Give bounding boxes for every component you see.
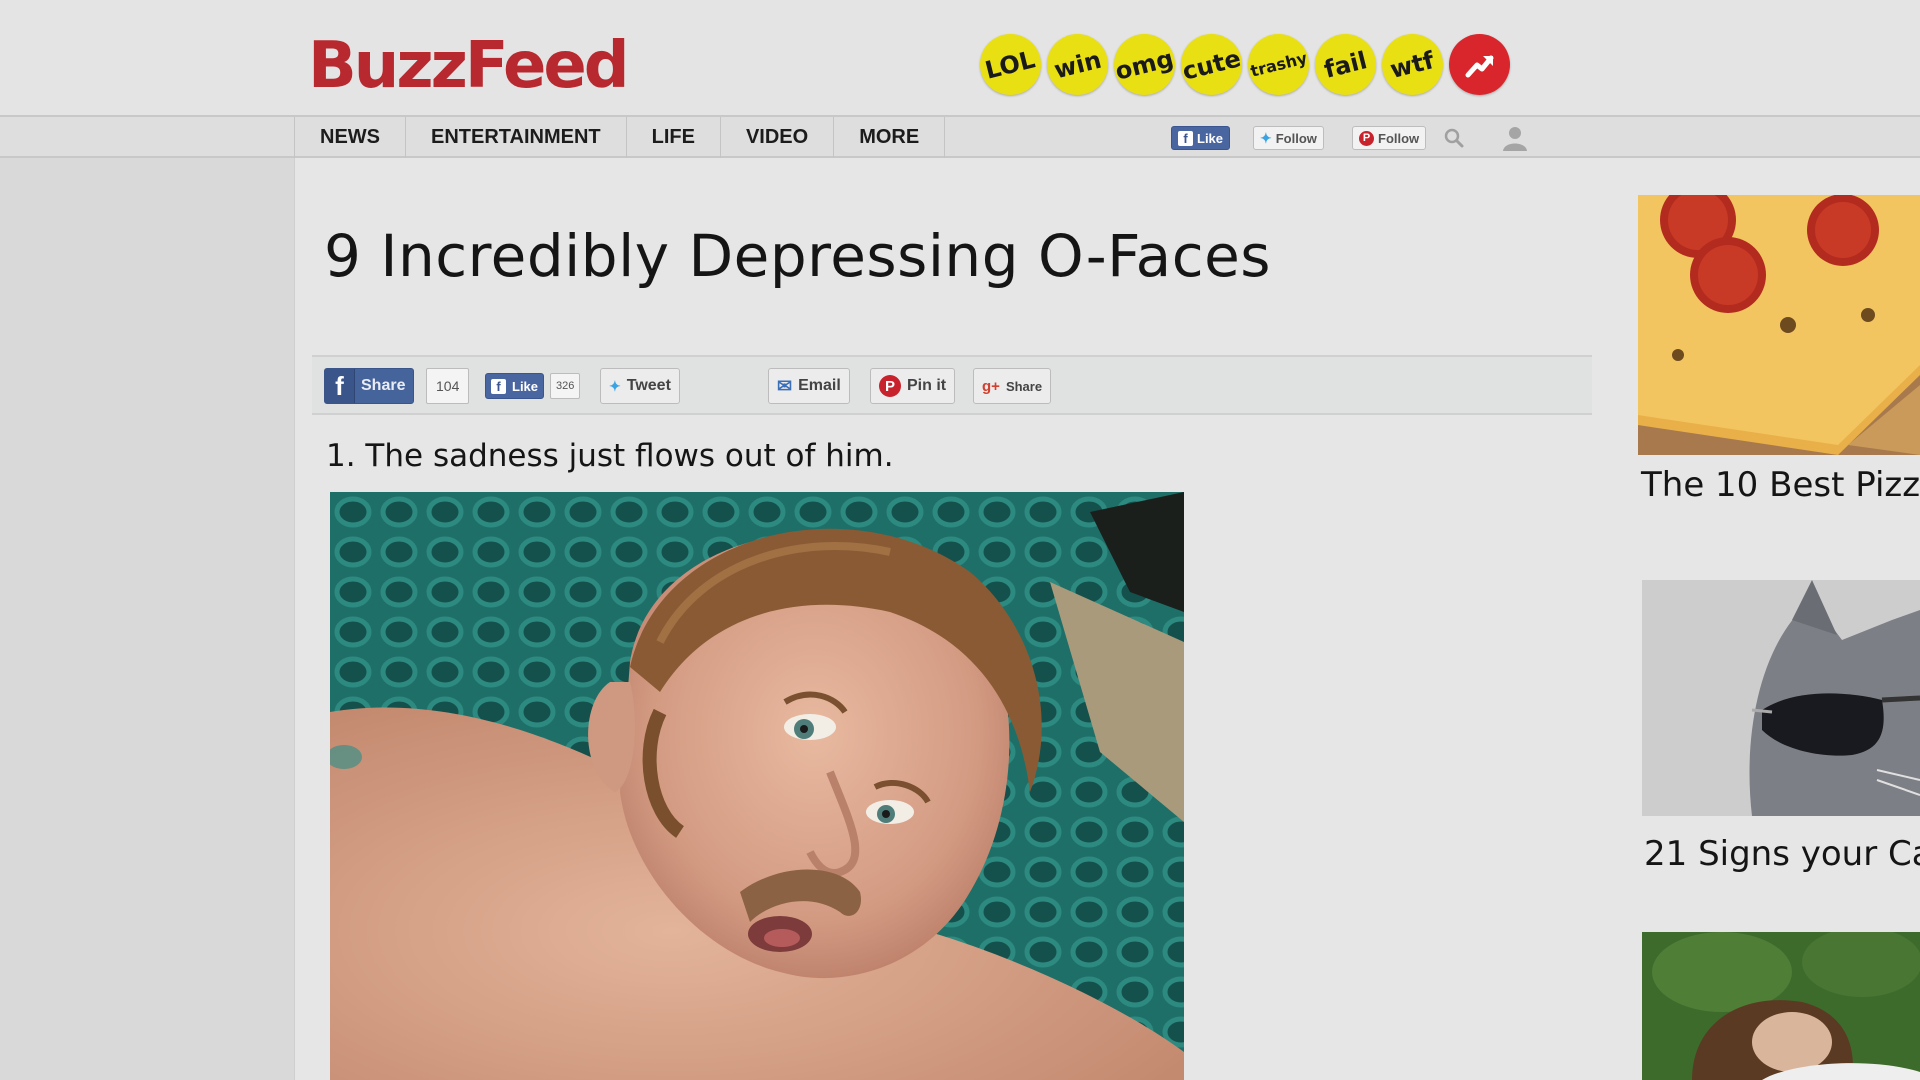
- nav-item-news[interactable]: NEWS: [295, 117, 406, 158]
- item-caption: 1. The sadness just flows out of him.: [326, 438, 894, 474]
- buzzfeed-logo[interactable]: BuzzFeed: [308, 34, 630, 98]
- nav-item-life[interactable]: LIFE: [627, 117, 721, 158]
- nav-menu: NEWS ENTERTAINMENT LIFE VIDEO MORE: [294, 117, 946, 158]
- facebook-like-button[interactable]: f Like: [485, 373, 545, 399]
- pin-it-button[interactable]: P Pin it: [870, 368, 956, 404]
- facebook-like-count: 326: [550, 373, 581, 399]
- twitter-bird-icon: ✦: [1260, 129, 1272, 146]
- google-plus-icon: g+: [982, 377, 1000, 395]
- twitter-bird-icon: ✦: [609, 377, 621, 394]
- badge-cute[interactable]: cute: [1179, 34, 1244, 95]
- left-column: [0, 158, 294, 1080]
- nav-item-video[interactable]: VIDEO: [721, 117, 835, 158]
- facebook-share-count: 104: [426, 368, 470, 404]
- sidebar-item-cat-image[interactable]: [1642, 580, 1920, 816]
- nav-item-more[interactable]: MORE: [834, 117, 946, 158]
- item-photo[interactable]: [330, 492, 1184, 1080]
- site-header: BuzzFeed LOL win omg cute trashy fail wt…: [0, 0, 1920, 115]
- pinterest-icon: P: [1359, 130, 1374, 146]
- badge-trashy[interactable]: trashy: [1248, 34, 1309, 95]
- pinterest-follow-button[interactable]: P Follow: [1352, 126, 1427, 150]
- twitter-follow-button[interactable]: ✦ Follow: [1253, 126, 1324, 150]
- facebook-icon: f: [1178, 130, 1193, 146]
- reaction-badges: LOL win omg cute trashy fail wtf: [980, 34, 1510, 95]
- badge-win[interactable]: win: [1047, 34, 1108, 95]
- share-bar: f Share 104 f Like 326 ✦ Tweet ✉ Email P…: [312, 355, 1592, 415]
- email-share-button[interactable]: ✉ Email: [768, 368, 850, 404]
- badge-lol[interactable]: LOL: [980, 34, 1041, 95]
- search-icon[interactable]: [1443, 127, 1465, 154]
- sidebar-item-title[interactable]: 21 Signs your Ca: [1644, 834, 1920, 874]
- badge-omg[interactable]: omg: [1113, 34, 1176, 95]
- facebook-icon: f: [491, 378, 506, 394]
- user-icon[interactable]: [1500, 123, 1530, 158]
- pinterest-icon: P: [879, 375, 901, 397]
- sidebar-item-pizza-image[interactable]: [1638, 195, 1920, 455]
- sidebar-item-girl-image[interactable]: [1642, 932, 1920, 1080]
- nav-item-entertainment[interactable]: ENTERTAINMENT: [406, 117, 627, 158]
- facebook-share-button[interactable]: f Share: [324, 368, 415, 404]
- facebook-like-button[interactable]: f Like: [1171, 126, 1231, 150]
- badge-fail[interactable]: fail: [1315, 34, 1376, 95]
- badge-wtf[interactable]: wtf: [1382, 34, 1443, 95]
- envelope-icon: ✉: [777, 375, 793, 396]
- google-plus-share-button[interactable]: g+ Share: [973, 368, 1052, 404]
- facebook-icon: f: [325, 369, 355, 403]
- sidebar-item-title[interactable]: The 10 Best Pizz: [1641, 465, 1920, 505]
- nav-bar: NEWS ENTERTAINMENT LIFE VIDEO MORE f Lik…: [0, 115, 1920, 158]
- tweet-button[interactable]: ✦ Tweet: [600, 368, 680, 404]
- trending-arrow-icon[interactable]: [1449, 34, 1510, 95]
- article-title: 9 Incredibly Depressing O-Faces: [324, 222, 1272, 290]
